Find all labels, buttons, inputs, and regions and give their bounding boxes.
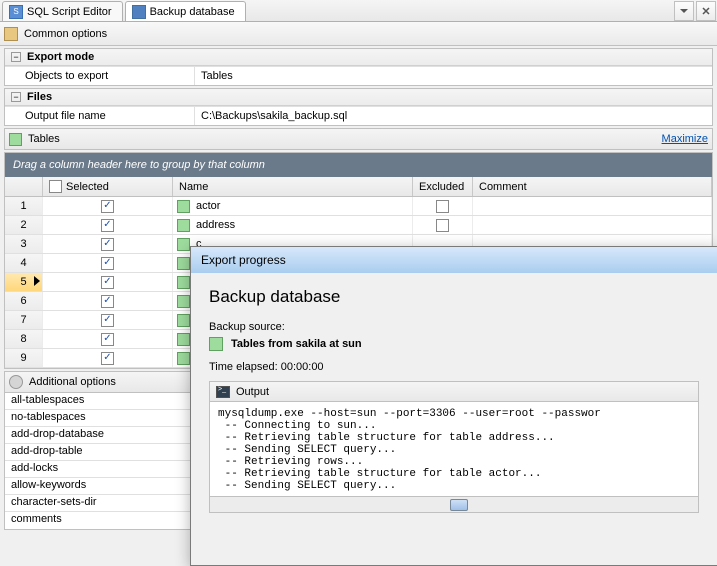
- grid-header-row: Selected Name Excluded Comment: [5, 177, 712, 197]
- group-by-hint[interactable]: Drag a column header here to group by th…: [5, 153, 712, 177]
- row-checkbox[interactable]: [101, 276, 114, 289]
- selected-cell[interactable]: [43, 216, 173, 234]
- database-icon: [132, 5, 146, 19]
- row-checkbox[interactable]: [101, 257, 114, 270]
- export-mode-panel: − Export mode Objects to export Tables: [4, 48, 713, 86]
- select-all-checkbox[interactable]: [49, 180, 62, 193]
- table-icon: [177, 257, 190, 270]
- output-panel: Output mysqldump.exe --host=sun --port=3…: [209, 381, 699, 513]
- common-options-label: Common options: [24, 28, 107, 40]
- row-number[interactable]: 6: [5, 292, 43, 310]
- panel-title: Files: [27, 91, 52, 103]
- output-filename-label: Output file name: [5, 107, 195, 125]
- output-scrollbar[interactable]: [210, 496, 698, 512]
- collapse-toggle[interactable]: −: [11, 92, 21, 102]
- output-filename-value[interactable]: C:\Backups\sakila_backup.sql: [195, 107, 712, 125]
- grid-header-comment[interactable]: Comment: [473, 177, 712, 196]
- table-icon: [9, 133, 22, 146]
- selected-cell[interactable]: [43, 349, 173, 367]
- backup-source-label: Backup source:: [209, 321, 699, 333]
- table-row[interactable]: 2 address: [5, 216, 712, 235]
- row-checkbox[interactable]: [101, 314, 114, 327]
- output-title: Output: [236, 386, 269, 398]
- row-number[interactable]: 2: [5, 216, 43, 234]
- row-checkbox[interactable]: [101, 295, 114, 308]
- files-panel: − Files Output file name C:\Backups\saki…: [4, 88, 713, 126]
- selected-cell[interactable]: [43, 292, 173, 310]
- selected-cell[interactable]: [43, 273, 173, 291]
- common-options-toolbar: Common options: [0, 22, 717, 46]
- table-icon: [177, 200, 190, 213]
- objects-to-export-value[interactable]: Tables: [195, 67, 712, 85]
- additional-options-title: Additional options: [29, 376, 116, 388]
- selected-cell[interactable]: [43, 330, 173, 348]
- current-row-indicator: [34, 276, 40, 286]
- row-checkbox[interactable]: [101, 238, 114, 251]
- objects-to-export-label: Objects to export: [5, 67, 195, 85]
- scrollbar-thumb[interactable]: [450, 499, 468, 511]
- sql-icon: S: [9, 5, 23, 19]
- time-elapsed: Time elapsed: 00:00:00: [209, 361, 699, 373]
- comment-cell[interactable]: [473, 197, 712, 215]
- options-icon: [4, 27, 18, 41]
- table-icon: [177, 276, 190, 289]
- maximize-link[interactable]: Maximize: [662, 133, 708, 145]
- tables-section-header: Tables Maximize: [4, 128, 713, 150]
- table-name: actor: [196, 200, 220, 212]
- table-row[interactable]: 1 actor: [5, 197, 712, 216]
- row-checkbox[interactable]: [101, 352, 114, 365]
- excluded-checkbox[interactable]: [436, 219, 449, 232]
- table-icon: [177, 314, 190, 327]
- grid-header-name[interactable]: Name: [173, 177, 413, 196]
- excluded-checkbox[interactable]: [436, 200, 449, 213]
- backup-source-value: Tables from sakila at sun: [231, 338, 362, 350]
- table-icon: [177, 219, 190, 232]
- row-number[interactable]: 7: [5, 311, 43, 329]
- row-number[interactable]: 5: [5, 273, 43, 291]
- row-checkbox[interactable]: [101, 219, 114, 232]
- table-icon: [177, 295, 190, 308]
- selected-cell[interactable]: [43, 254, 173, 272]
- table-name: address: [196, 219, 235, 231]
- row-number[interactable]: 4: [5, 254, 43, 272]
- excluded-cell[interactable]: [413, 197, 473, 215]
- name-cell[interactable]: address: [173, 216, 413, 234]
- dialog-titlebar[interactable]: Export progress: [191, 247, 717, 273]
- selected-cell[interactable]: [43, 235, 173, 253]
- grid-header-excluded[interactable]: Excluded: [413, 177, 473, 196]
- editor-tabs-bar: S SQL Script Editor Backup database: [0, 0, 717, 22]
- tables-title: Tables: [28, 133, 60, 145]
- tab-backup-database[interactable]: Backup database: [125, 1, 246, 21]
- tab-label: SQL Script Editor: [27, 6, 112, 18]
- name-cell[interactable]: actor: [173, 197, 413, 215]
- selected-cell[interactable]: [43, 197, 173, 215]
- table-icon: [177, 238, 190, 251]
- tab-label: Backup database: [150, 6, 235, 18]
- window-close-button[interactable]: [696, 1, 716, 21]
- terminal-icon: [216, 386, 230, 398]
- window-menu-button[interactable]: [674, 1, 694, 21]
- selected-cell[interactable]: [43, 311, 173, 329]
- output-log[interactable]: mysqldump.exe --host=sun --port=3306 --u…: [210, 402, 698, 496]
- row-checkbox[interactable]: [101, 200, 114, 213]
- collapse-toggle[interactable]: −: [11, 52, 21, 62]
- export-progress-dialog: Export progress Backup database Backup s…: [190, 246, 717, 566]
- excluded-cell[interactable]: [413, 216, 473, 234]
- comment-cell[interactable]: [473, 216, 712, 234]
- grid-header-selected[interactable]: Selected: [43, 177, 173, 196]
- row-number[interactable]: 3: [5, 235, 43, 253]
- row-number[interactable]: 9: [5, 349, 43, 367]
- row-number[interactable]: 1: [5, 197, 43, 215]
- table-icon: [209, 337, 223, 351]
- table-icon: [177, 333, 190, 346]
- grid-header-rownum[interactable]: [5, 177, 43, 196]
- row-number[interactable]: 8: [5, 330, 43, 348]
- panel-title: Export mode: [27, 51, 94, 63]
- row-checkbox[interactable]: [101, 333, 114, 346]
- dialog-heading: Backup database: [209, 287, 699, 307]
- table-icon: [177, 352, 190, 365]
- tab-sql-script-editor[interactable]: S SQL Script Editor: [2, 1, 123, 21]
- gear-icon: [9, 375, 23, 389]
